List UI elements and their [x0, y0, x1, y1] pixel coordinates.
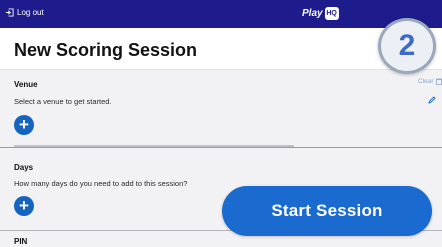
pin-heading: PIN — [14, 237, 28, 246]
clear-venue-button[interactable]: Clear — [418, 78, 442, 85]
logout-label: Log out — [17, 8, 44, 17]
app-frame: Log out Play HQ New Scoring Session Venu… — [0, 0, 442, 247]
pencil-icon[interactable] — [428, 96, 436, 104]
start-session-button[interactable]: Start Session — [222, 186, 432, 236]
step-number-badge: 2 — [378, 18, 436, 74]
days-prompt: How many days do you need to add to this… — [14, 179, 188, 188]
venue-heading: Venue — [14, 80, 38, 89]
page-title: New Scoring Session — [14, 40, 198, 60]
add-venue-button[interactable]: + — [14, 115, 34, 135]
brand-badge: HQ — [324, 7, 339, 20]
section-divider-line — [0, 147, 442, 148]
brand-text: Play — [302, 8, 323, 19]
logout-link[interactable]: Log out — [5, 8, 44, 17]
top-bar: Log out Play HQ — [0, 0, 442, 28]
venue-prompt: Select a venue to get started. — [14, 97, 112, 106]
days-heading: Days — [14, 163, 34, 172]
trash-icon — [435, 78, 442, 85]
logout-icon — [5, 8, 14, 17]
add-days-button[interactable]: + — [14, 196, 34, 216]
page-header: New Scoring Session — [0, 28, 442, 70]
brand-logo: Play HQ — [302, 7, 339, 20]
clear-label: Clear — [418, 78, 434, 85]
